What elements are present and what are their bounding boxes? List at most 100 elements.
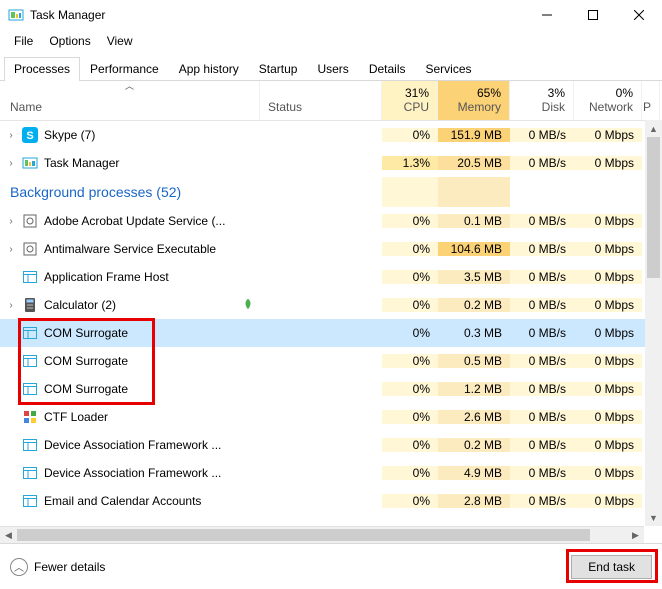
process-icon [22, 353, 38, 369]
table-row[interactable]: COM Surrogate0%0.5 MB0 MB/s0 Mbps [0, 347, 662, 375]
memory-value: 3.5 MB [438, 270, 510, 284]
table-row[interactable]: COM Surrogate0%1.2 MB0 MB/s0 Mbps [0, 375, 662, 403]
header-memory[interactable]: 65% Memory [438, 81, 510, 120]
menu-view[interactable]: View [99, 32, 141, 50]
network-value: 0 Mbps [574, 438, 642, 452]
tab-app-history[interactable]: App history [169, 57, 249, 81]
disk-value: 0 MB/s [510, 242, 574, 256]
maximize-button[interactable] [570, 0, 616, 30]
process-icon [22, 325, 38, 341]
memory-value: 1.2 MB [438, 382, 510, 396]
table-row[interactable]: ›Calculator (2)0%0.2 MB0 MB/s0 Mbps [0, 291, 662, 319]
menu-file[interactable]: File [6, 32, 41, 50]
scroll-left-arrow-icon[interactable]: ◀ [0, 527, 17, 544]
cpu-value: 0% [382, 494, 438, 508]
leaf-icon [242, 298, 254, 310]
column-headers: ︿ Name Status 31% CPU 65% Memory 3% Disk… [0, 81, 662, 121]
process-name: Adobe Acrobat Update Service (... [44, 214, 225, 228]
scroll-right-arrow-icon[interactable]: ▶ [627, 527, 644, 544]
vertical-scrollbar[interactable]: ▲ ▼ [645, 120, 662, 526]
network-value: 0 Mbps [574, 214, 642, 228]
process-name: COM Surrogate [44, 382, 128, 396]
cpu-value: 0% [382, 270, 438, 284]
table-row[interactable]: CTF Loader0%2.6 MB0 MB/s0 Mbps [0, 403, 662, 431]
process-icon [22, 409, 38, 425]
scroll-down-arrow-icon[interactable]: ▼ [645, 509, 662, 526]
process-icon [22, 493, 38, 509]
disk-value: 0 MB/s [510, 410, 574, 424]
table-row[interactable]: ›Antimalware Service Executable0%104.6 M… [0, 235, 662, 263]
table-row[interactable]: ›Adobe Acrobat Update Service (...0%0.1 … [0, 207, 662, 235]
tab-startup[interactable]: Startup [249, 57, 308, 81]
table-row[interactable]: ›SSkype (7)0%151.9 MB0 MB/s0 Mbps [0, 121, 662, 149]
end-task-button[interactable]: End task [571, 555, 652, 579]
memory-value: 20.5 MB [438, 156, 510, 170]
scroll-up-arrow-icon[interactable]: ▲ [645, 120, 662, 137]
expand-chevron-icon[interactable]: › [6, 216, 16, 227]
disk-value: 0 MB/s [510, 354, 574, 368]
table-row[interactable]: Device Association Framework ...0%4.9 MB… [0, 459, 662, 487]
network-value: 0 Mbps [574, 326, 642, 340]
memory-value: 151.9 MB [438, 128, 510, 142]
process-name: Device Association Framework ... [44, 466, 221, 480]
tab-users[interactable]: Users [307, 57, 358, 81]
tab-details[interactable]: Details [359, 57, 416, 81]
memory-value: 0.3 MB [438, 326, 510, 340]
process-name: COM Surrogate [44, 326, 128, 340]
tab-services[interactable]: Services [416, 57, 482, 81]
disk-value: 0 MB/s [510, 326, 574, 340]
disk-value: 0 MB/s [510, 156, 574, 170]
titlebar: Task Manager [0, 0, 662, 30]
network-value: 0 Mbps [574, 494, 642, 508]
memory-value: 0.2 MB [438, 298, 510, 312]
cpu-value: 0% [382, 438, 438, 452]
header-network[interactable]: 0% Network [574, 81, 642, 120]
expand-chevron-icon[interactable]: › [6, 130, 16, 141]
process-icon [22, 213, 38, 229]
network-value: 0 Mbps [574, 466, 642, 480]
expand-chevron-icon[interactable]: › [6, 158, 16, 169]
expand-chevron-icon[interactable]: › [6, 244, 16, 255]
header-disk[interactable]: 3% Disk [510, 81, 574, 120]
process-icon [22, 381, 38, 397]
table-row[interactable]: ›Task Manager1.3%20.5 MB0 MB/s0 Mbps [0, 149, 662, 177]
process-icon [22, 465, 38, 481]
tab-bar: Processes Performance App history Startu… [0, 56, 662, 81]
header-name[interactable]: ︿ Name [0, 81, 260, 120]
table-row[interactable]: Device Association Framework ...0%0.2 MB… [0, 431, 662, 459]
disk-value: 0 MB/s [510, 214, 574, 228]
network-value: 0 Mbps [574, 242, 642, 256]
fewer-details-button[interactable]: ︿ Fewer details [10, 558, 105, 576]
disk-value: 0 MB/s [510, 270, 574, 284]
disk-value: 0 MB/s [510, 438, 574, 452]
header-status[interactable]: Status [260, 81, 382, 120]
process-name: Email and Calendar Accounts [44, 494, 201, 508]
memory-value: 4.9 MB [438, 466, 510, 480]
network-value: 0 Mbps [574, 156, 642, 170]
process-name: Calculator (2) [44, 298, 116, 312]
tab-processes[interactable]: Processes [4, 57, 80, 81]
expand-chevron-icon[interactable]: › [6, 300, 16, 311]
header-extra[interactable]: P [642, 81, 660, 120]
table-row[interactable]: Application Frame Host0%3.5 MB0 MB/s0 Mb… [0, 263, 662, 291]
menu-options[interactable]: Options [41, 32, 98, 50]
tab-performance[interactable]: Performance [80, 57, 169, 81]
chevron-up-circle-icon: ︿ [10, 558, 28, 576]
cpu-value: 0% [382, 326, 438, 340]
table-row[interactable]: Email and Calendar Accounts0%2.8 MB0 MB/… [0, 487, 662, 515]
process-name: Task Manager [44, 156, 119, 170]
table-row[interactable]: COM Surrogate 0%0.3 MB0 MB/s0 Mbps [0, 319, 662, 347]
group-header-background-processes: Background processes (52) [0, 177, 662, 207]
horizontal-scrollbar[interactable]: ◀ ▶ [0, 526, 644, 543]
horizontal-scroll-thumb[interactable] [17, 529, 590, 541]
process-name: Antimalware Service Executable [44, 242, 216, 256]
network-value: 0 Mbps [574, 128, 642, 142]
vertical-scroll-thumb[interactable] [647, 137, 660, 278]
process-name: Skype (7) [44, 128, 95, 142]
process-icon [22, 297, 38, 313]
minimize-button[interactable] [524, 0, 570, 30]
header-cpu[interactable]: 31% CPU [382, 81, 438, 120]
cpu-value: 0% [382, 354, 438, 368]
close-button[interactable] [616, 0, 662, 30]
memory-value: 0.2 MB [438, 438, 510, 452]
